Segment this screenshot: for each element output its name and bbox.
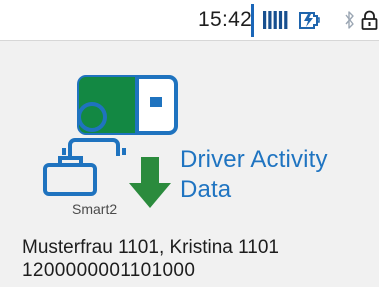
lock-icon [361,10,378,30]
status-bar: 15:42 [0,0,379,41]
driver-card-icon [77,75,178,135]
tachograph-screen: 15:42 Driver Activity Data Smart2 Muster… [0,0,379,287]
signal-bars-icon [263,11,288,29]
card-label: Smart2 [72,201,118,217]
activity-title: Driver Activity Data [180,146,328,203]
driver-name: Musterfrau 1101, Kristina 1101 [22,237,279,258]
charging-battery-icon [299,12,320,29]
status-divider [251,4,254,37]
bluetooth-icon [345,11,354,29]
status-time: 15:42 [198,8,253,31]
main-content: Driver Activity Data Smart2 Musterfrau 1… [0,41,379,287]
driver-card-number: 1200000001101000 [22,260,196,281]
briefcase-icon [43,138,126,196]
